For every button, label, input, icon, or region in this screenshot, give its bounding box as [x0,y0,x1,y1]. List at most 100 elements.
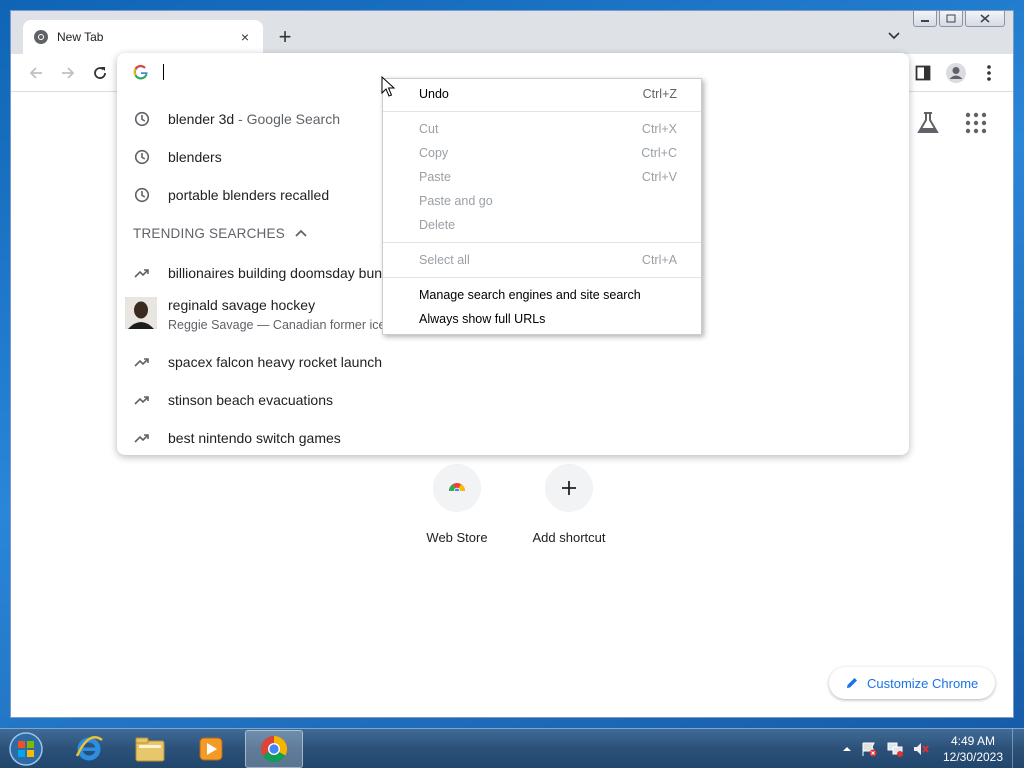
shortcut-label: Add shortcut [532,530,606,545]
labs-flask-icon[interactable] [915,110,941,136]
menu-label: Paste and go [419,194,493,208]
context-menu: Undo Ctrl+Z Cut Ctrl+X Copy Ctrl+C Paste… [382,78,702,335]
side-panel-icon [915,65,931,81]
menu-label: Manage search engines and site search [419,288,641,302]
history-clock-icon [134,149,150,165]
add-shortcut-button[interactable]: Add shortcut [514,464,624,545]
pencil-icon [847,678,857,688]
suggestion-text: billionaires building doomsday bun [168,265,383,281]
trending-searches-header[interactable]: TRENDING SEARCHES [133,226,307,241]
trending-suggestion[interactable]: spacex falcon heavy rocket launch [117,343,909,381]
forward-button[interactable] [55,60,81,86]
tab-strip: New Tab × + [11,11,1013,54]
clock-date: 12/30/2023 [942,750,1004,764]
minimize-button[interactable] [913,11,937,27]
close-icon [980,14,990,23]
menu-label: Paste [419,170,451,184]
reload-button[interactable] [87,60,113,86]
paste-menu-item[interactable]: Paste Ctrl+V [383,165,701,189]
person-photo-icon [125,297,157,329]
taskbar: 4:49 AM 12/30/2023 [0,728,1024,768]
taskbar-chrome[interactable] [245,730,303,768]
window-controls [913,11,1005,27]
web-store-tile [433,464,481,512]
taskbar-internet-explorer[interactable] [60,730,118,768]
web-store-icon [448,483,466,495]
text-caret [163,64,164,80]
chevron-up-icon[interactable] [295,229,307,239]
chrome-icon [34,30,48,44]
trending-suggestion[interactable]: best nintendo switch games [117,419,909,457]
menu-button[interactable] [976,60,1002,86]
menu-divider [383,277,701,278]
suggestion-text: stinson beach evacuations [168,392,333,408]
copy-menu-item[interactable]: Copy Ctrl+C [383,141,701,165]
menu-divider [383,111,701,112]
show-desktop-button[interactable] [1012,729,1024,768]
suggestion-text: best nintendo switch games [168,430,341,446]
restore-icon [946,14,956,23]
mouse-cursor-icon [381,76,395,97]
manage-search-engines-menu-item[interactable]: Manage search engines and site search [383,283,701,307]
select-all-menu-item[interactable]: Select all Ctrl+A [383,248,701,272]
forward-arrow-icon [62,67,75,79]
start-button[interactable] [6,731,46,767]
action-center-flag-icon[interactable] [860,741,878,757]
volume-muted-icon[interactable] [912,741,930,757]
history-clock-icon [134,111,150,127]
taskbar-media-player[interactable] [182,730,240,768]
folder-icon [135,737,165,762]
trending-arrow-icon [134,358,149,367]
taskbar-clock[interactable]: 4:49 AM 12/30/2023 [940,733,1006,765]
minimize-icon [921,19,929,22]
menu-label: Cut [419,122,439,136]
suggestion-text: blender 3d [168,111,235,127]
delete-menu-item[interactable]: Delete [383,213,701,237]
history-clock-icon [134,187,150,203]
restore-button[interactable] [939,11,963,27]
internet-explorer-icon [75,736,103,761]
windows-start-orb-icon [9,732,43,766]
suggestion-sub: - Google Search [234,111,341,127]
suggestion-text: spacex falcon heavy rocket launch [168,354,383,370]
side-panel-button[interactable] [910,60,936,86]
reload-icon [94,67,106,79]
paste-and-go-menu-item[interactable]: Paste and go [383,189,701,213]
back-button[interactable] [23,60,49,86]
customize-chrome-button[interactable]: Customize Chrome [829,667,995,699]
trending-suggestion[interactable]: stinson beach evacuations [117,381,909,419]
show-hidden-icons-chevron-icon[interactable] [842,744,852,754]
undo-menu-item[interactable]: Undo Ctrl+Z [383,82,701,106]
entity-thumbnail [125,297,157,329]
suggestion-text: portable blenders recalled [168,187,330,203]
customize-label: Customize Chrome [867,675,979,691]
menu-label: Select all [419,253,470,267]
trending-arrow-icon [134,269,149,278]
plus-icon [562,481,576,495]
media-player-icon [199,737,223,761]
trending-header-label: TRENDING SEARCHES [133,226,285,241]
menu-label: Undo [419,87,449,101]
new-tab-button[interactable]: + [273,25,297,49]
network-icon[interactable] [886,741,904,757]
profile-button[interactable] [943,60,969,86]
tab-search-chevron-icon[interactable] [884,28,904,44]
trending-arrow-icon [134,396,149,405]
shortcut-web-store[interactable]: Web Store [402,464,512,545]
menu-shortcut: Ctrl+X [641,122,677,136]
google-apps-grid-icon[interactable] [965,112,987,134]
menu-label: Copy [419,146,449,160]
back-arrow-icon [29,67,42,79]
close-window-button[interactable] [965,11,1005,27]
cut-menu-item[interactable]: Cut Ctrl+X [383,117,701,141]
menu-divider [383,242,701,243]
kebab-menu-icon [987,65,991,81]
tab-title: New Tab [57,30,104,44]
taskbar-file-explorer[interactable] [121,730,179,768]
menu-shortcut: Ctrl+Z [642,87,677,101]
tab-new-tab[interactable]: New Tab × [23,20,263,54]
shortcut-label: Web Store [426,530,488,545]
always-show-full-urls-menu-item[interactable]: Always show full URLs [383,307,701,331]
chrome-icon [260,735,288,763]
tab-close-icon[interactable]: × [237,29,253,45]
